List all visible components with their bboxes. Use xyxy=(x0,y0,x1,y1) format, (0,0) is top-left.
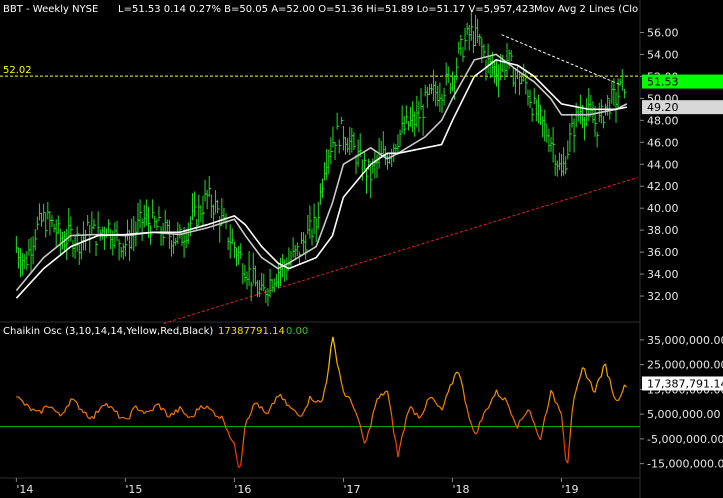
oscillator-segment xyxy=(376,397,380,400)
oscillator-segment xyxy=(450,383,453,386)
price-axis-label: 56.00 xyxy=(647,26,679,39)
time-axis-label: '17 xyxy=(343,483,360,496)
oscillator-segment xyxy=(66,405,69,408)
time-axis-label: '18 xyxy=(452,483,469,496)
price-axis-label: 40.00 xyxy=(647,202,679,215)
moving-average-flag-label: 49.20 xyxy=(647,101,679,114)
time-axis-label: '16 xyxy=(234,483,251,496)
price-axis-label: 38.00 xyxy=(647,224,679,237)
price-axis-label: 46.00 xyxy=(647,136,679,149)
time-axis-label: '14 xyxy=(16,483,33,496)
chart-canvas: 52.02 32.00 34.00 36.00 38.00 40.00 42.00 44.0… xyxy=(0,0,723,498)
oscillator-value-flag-label: 17,387,791.14 xyxy=(647,377,723,390)
oscillator-segment xyxy=(137,409,141,412)
oscillator-axis-label: -5,000,000.00 xyxy=(647,433,723,446)
last-price-flag-label: 51.53 xyxy=(647,76,679,89)
price-axis-label: 48.00 xyxy=(647,114,679,127)
oscillator-label: Chaikin Osc (3,10,14,14,Yellow,Red,Black… xyxy=(3,326,213,337)
resistance-level-label: 52.02 xyxy=(3,65,32,76)
oscillator-axis-label: 5,000,000.00 xyxy=(647,408,720,421)
oscillator-axis-label: -15,000,000.00 xyxy=(647,458,723,471)
time-axis-label: '19 xyxy=(561,483,578,496)
oscillator-change: 0.00 xyxy=(286,326,308,337)
indicator-label: Mov Avg 2 Lines (Clo xyxy=(534,4,638,15)
oscillator-segment xyxy=(192,415,195,418)
time-axis-label: '15 xyxy=(125,483,142,496)
oscillator-axis-label: 25,000,000.00 xyxy=(647,359,723,372)
price-axis-label: 32.00 xyxy=(647,290,679,303)
oscillator-segment xyxy=(209,408,212,411)
price-axis-label: 36.00 xyxy=(647,246,679,259)
oscillator-value: 17387791.14 xyxy=(218,326,285,337)
symbol-label: BBT - Weekly NYSE xyxy=(3,4,98,15)
price-axis-label: 54.00 xyxy=(647,48,679,61)
oscillator-axis-label: 35,000,000.00 xyxy=(647,334,723,347)
price-axis-label: 42.00 xyxy=(647,180,679,193)
oscillator-segment xyxy=(121,416,124,419)
price-axis-label: 44.00 xyxy=(647,158,679,171)
quote-readout: L=51.53 0.14 0.27% B=50.05 A=52.00 O=51.… xyxy=(118,4,535,15)
price-axis-label: 34.00 xyxy=(647,268,679,281)
oscillator-segment xyxy=(437,405,441,408)
